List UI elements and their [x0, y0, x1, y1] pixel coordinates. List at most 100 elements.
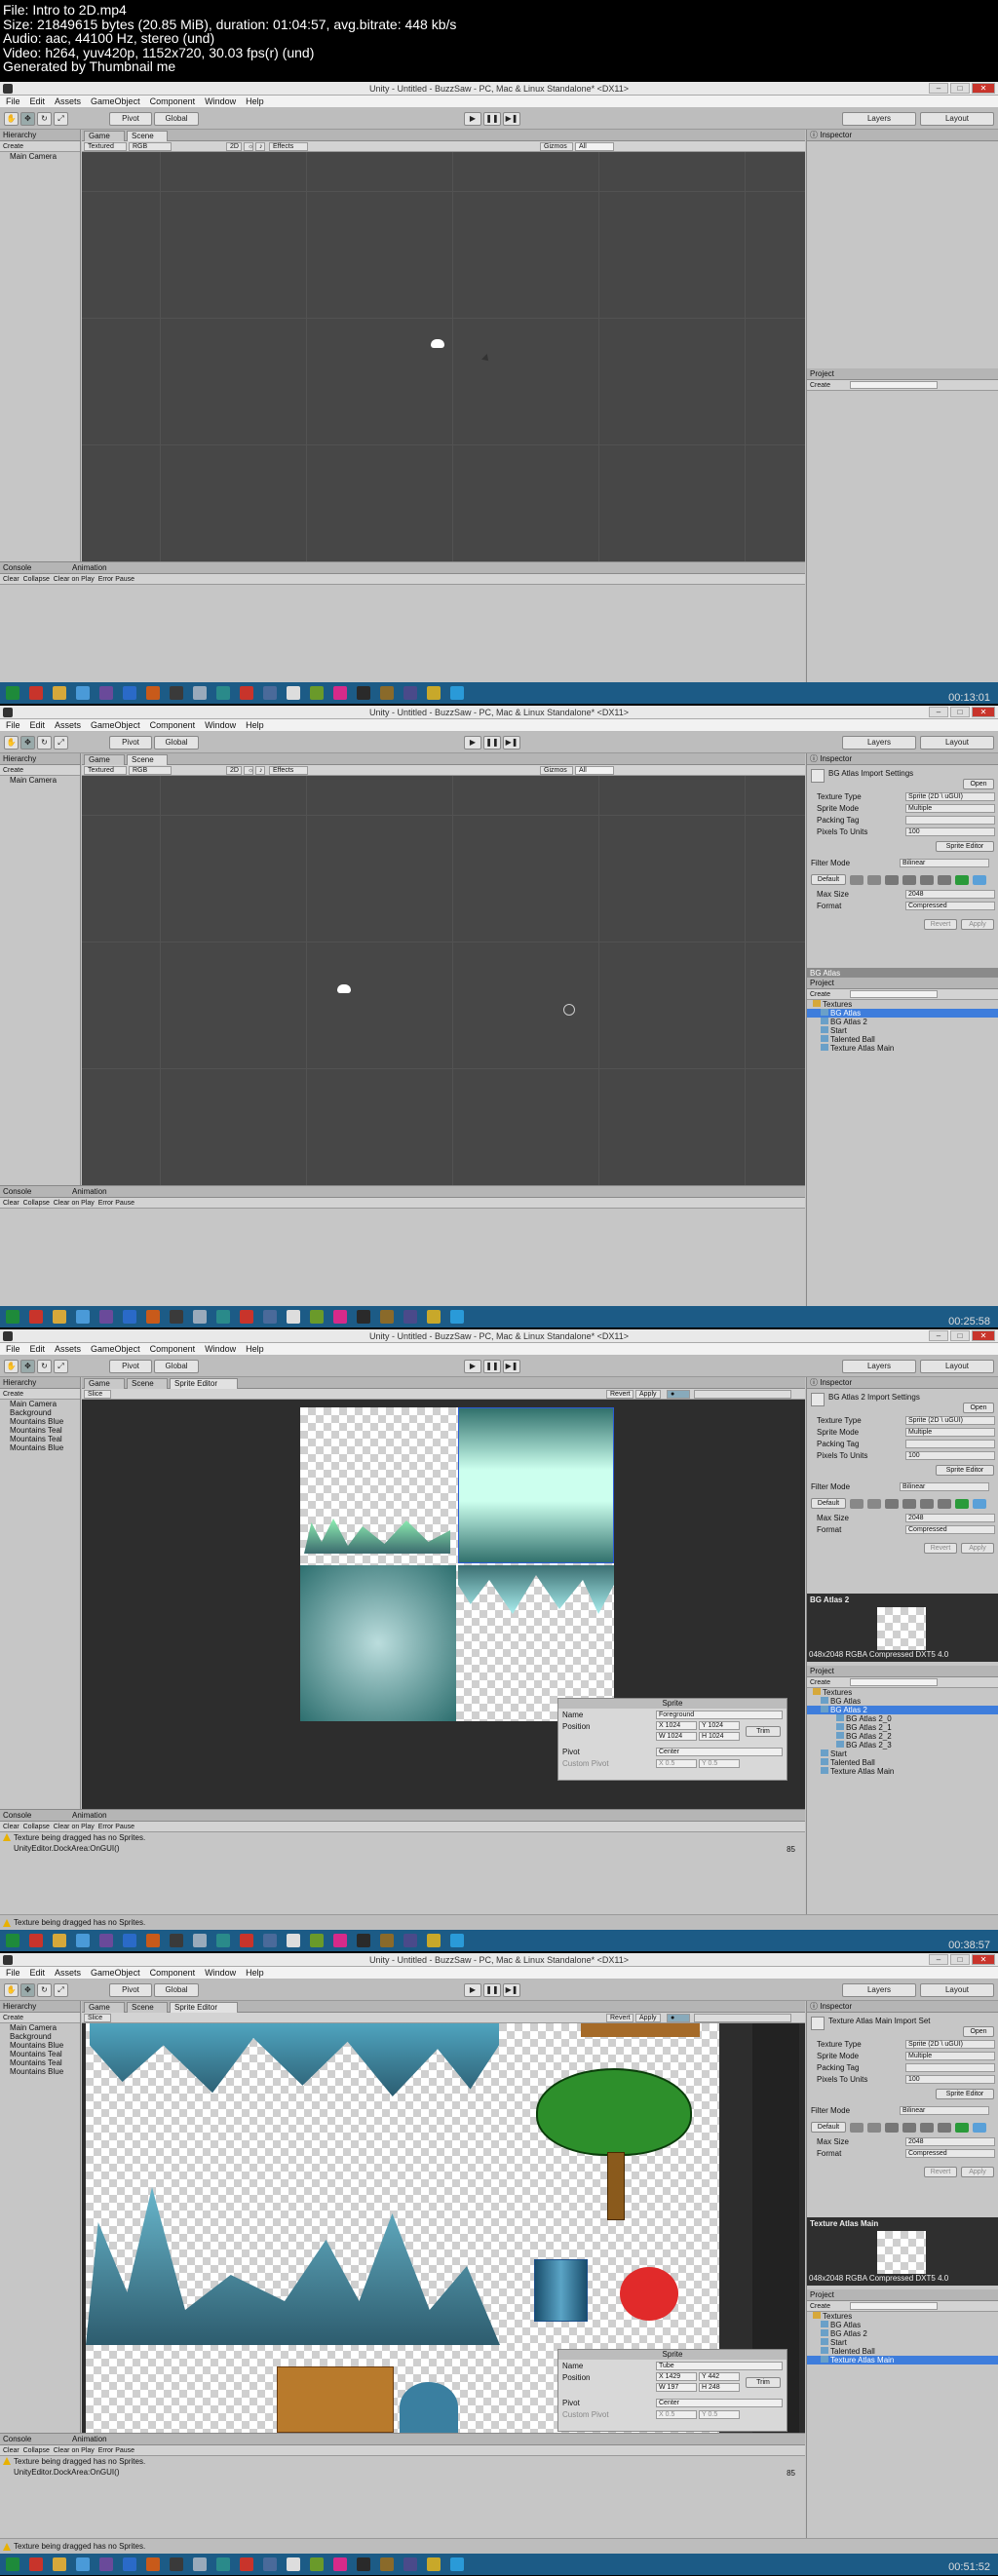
lighting-icon[interactable]: ☼ — [244, 766, 253, 775]
packing-tag-field[interactable] — [905, 816, 995, 825]
project-tab[interactable]: Project — [807, 2289, 998, 2301]
menu-window[interactable]: Window — [205, 96, 236, 107]
pause-button[interactable]: ❚❚ — [483, 1360, 501, 1373]
rotate-tool-button[interactable]: ↻ — [37, 112, 52, 126]
menu-file[interactable]: File — [6, 96, 20, 107]
max-size-dropdown[interactable]: 2048 — [905, 1514, 995, 1522]
hierarchy-item[interactable]: Mountains Blue — [0, 1417, 80, 1426]
taskbar-app-icon[interactable] — [193, 686, 207, 700]
format-dropdown[interactable]: Compressed — [905, 902, 995, 910]
project-item[interactable]: Start — [807, 1026, 998, 1035]
taskbar-app-icon[interactable] — [333, 1934, 347, 1947]
tab-animation[interactable]: Animation — [72, 1186, 107, 1198]
inspector-apply-button[interactable]: Apply — [961, 1543, 994, 1554]
menu-assets[interactable]: Assets — [55, 1967, 81, 1979]
inspector-revert-button[interactable]: Revert — [924, 2167, 957, 2177]
trim-button[interactable]: Trim — [746, 1726, 781, 1737]
close-button[interactable]: ✕ — [972, 83, 995, 94]
menu-component[interactable]: Component — [150, 96, 196, 107]
scene-view[interactable] — [82, 152, 805, 561]
taskbar-app-icon[interactable] — [193, 1934, 207, 1947]
taskbar-app-icon[interactable] — [333, 1310, 347, 1324]
taskbar-app-icon[interactable] — [146, 1310, 160, 1324]
maximize-button[interactable]: □ — [950, 1954, 970, 1965]
taskbar-app-icon[interactable] — [146, 1934, 160, 1947]
rotate-tool-button[interactable]: ↻ — [37, 1360, 52, 1373]
menu-gameobject[interactable]: GameObject — [91, 96, 140, 107]
taskbar-app-icon[interactable] — [53, 1934, 66, 1947]
taskbar-app-icon[interactable] — [99, 1934, 113, 1947]
project-item[interactable]: BG Atlas 2 — [807, 2329, 998, 2338]
tab-console[interactable]: Console — [3, 2435, 31, 2443]
inspector-tab[interactable]: ⓘ Inspector — [807, 2001, 998, 2013]
menu-edit[interactable]: Edit — [30, 1967, 46, 1979]
color-toggle[interactable]: ● — [667, 2014, 690, 2022]
hand-tool-button[interactable]: ✋ — [4, 112, 19, 126]
taskbar-app-icon[interactable] — [450, 686, 464, 700]
scene-view[interactable] — [82, 776, 805, 1185]
taskbar-app-icon[interactable] — [287, 2557, 300, 2571]
textured-dropdown[interactable]: Textured — [84, 142, 127, 151]
texture-type-field[interactable]: Sprite (2D \ uGUI) — [905, 1416, 995, 1425]
taskbar-app-icon[interactable] — [123, 2557, 136, 2571]
sprite-w-field[interactable]: W 197 — [656, 2383, 697, 2392]
taskbar-app-icon[interactable] — [287, 1310, 300, 1324]
platform-icon[interactable] — [867, 2123, 881, 2133]
sprite-mode-field[interactable]: Multiple — [905, 2052, 995, 2060]
taskbar-app-icon[interactable] — [146, 2557, 160, 2571]
hand-tool-button[interactable]: ✋ — [4, 736, 19, 750]
platform-icon[interactable] — [938, 1499, 951, 1509]
project-item[interactable]: BG Atlas — [807, 1009, 998, 1018]
platform-icon[interactable] — [938, 2123, 951, 2133]
scale-tool-button[interactable]: ⤢ — [54, 1360, 68, 1373]
layout-dropdown[interactable]: Layout — [920, 1983, 994, 1997]
project-create-button[interactable]: Create — [810, 1679, 830, 1686]
audio-icon[interactable]: ♪ — [255, 142, 265, 151]
global-toggle[interactable]: Global — [154, 112, 199, 126]
project-item[interactable]: Talented Ball — [807, 1035, 998, 1044]
layers-dropdown[interactable]: Layers — [842, 1360, 916, 1373]
move-tool-button[interactable]: ✥ — [20, 1983, 35, 1997]
inspector-tab[interactable]: ⓘ Inspector — [807, 130, 998, 141]
custom-pivot-x[interactable]: X 0.5 — [656, 1759, 697, 1768]
taskbar-app-icon[interactable] — [123, 686, 136, 700]
console-message[interactable]: Texture being dragged has no Sprites. — [0, 1832, 805, 1843]
menu-assets[interactable]: Assets — [55, 719, 81, 731]
taskbar-app-icon[interactable] — [170, 686, 183, 700]
taskbar-app-icon[interactable] — [170, 1310, 183, 1324]
menu-assets[interactable]: Assets — [55, 1343, 81, 1355]
packing-tag-field[interactable] — [905, 1440, 995, 1448]
taskbar-app-icon[interactable] — [263, 686, 277, 700]
lighting-icon[interactable]: ☼ — [244, 142, 253, 151]
tab-animation[interactable]: Animation — [72, 562, 107, 574]
platform-icon[interactable] — [955, 1499, 969, 1509]
layout-dropdown[interactable]: Layout — [920, 112, 994, 126]
tab-animation[interactable]: Animation — [72, 2434, 107, 2445]
close-button[interactable]: ✕ — [972, 1954, 995, 1965]
taskbar-app-icon[interactable] — [53, 2557, 66, 2571]
rotate-tool-button[interactable]: ↻ — [37, 1983, 52, 1997]
pixels-to-units-field[interactable]: 100 — [905, 2075, 995, 2084]
layout-dropdown[interactable]: Layout — [920, 736, 994, 750]
hierarchy-create-button[interactable]: Create — [3, 1391, 23, 1398]
clear-on-play-toggle[interactable]: Clear on Play — [54, 576, 95, 583]
project-tab[interactable]: Project — [807, 1666, 998, 1677]
menu-edit[interactable]: Edit — [30, 96, 46, 107]
inspector-open-button[interactable]: Open — [963, 2026, 994, 2037]
taskbar-app-icon[interactable] — [357, 1310, 370, 1324]
taskbar-app-icon[interactable] — [216, 686, 230, 700]
taskbar-app-icon[interactable] — [380, 2557, 394, 2571]
taskbar-app-icon[interactable] — [450, 1310, 464, 1324]
maximize-button[interactable]: □ — [950, 1330, 970, 1341]
taskbar-app-icon[interactable] — [99, 686, 113, 700]
taskbar-app-icon[interactable] — [240, 686, 253, 700]
hierarchy-item[interactable]: Mountains Blue — [0, 2041, 80, 2050]
hierarchy-item[interactable]: Mountains Blue — [0, 1443, 80, 1452]
hierarchy-create-button[interactable]: Create — [3, 2015, 23, 2021]
layers-dropdown[interactable]: Layers — [842, 1983, 916, 1997]
sprite-selection-rect[interactable] — [458, 1407, 614, 1563]
scene-search-input[interactable]: All — [575, 142, 614, 151]
taskbar-app-icon[interactable] — [76, 1934, 90, 1947]
texture-type-field[interactable]: Sprite (2D \ uGUI) — [905, 792, 995, 801]
menu-file[interactable]: File — [6, 1343, 20, 1355]
